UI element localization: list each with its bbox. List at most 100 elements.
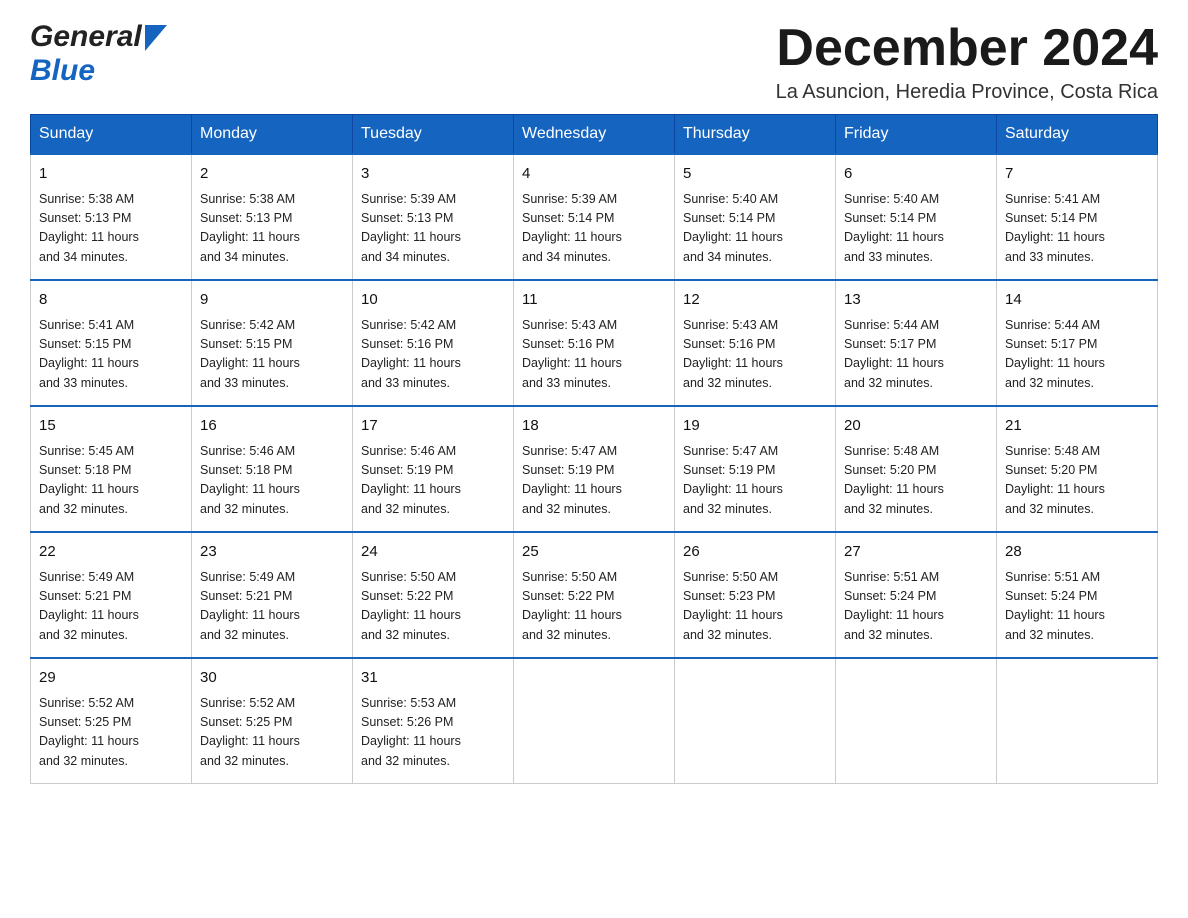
day-number: 22: [39, 541, 183, 564]
calendar-header-row: Sunday Monday Tuesday Wednesday Thursday…: [31, 115, 1158, 155]
day-info: Sunrise: 5:42 AM Sunset: 5:16 PM Dayligh…: [361, 316, 505, 394]
table-row: 25 Sunrise: 5:50 AM Sunset: 5:22 PM Dayl…: [514, 532, 675, 658]
day-number: 6: [844, 163, 988, 186]
table-row: 21 Sunrise: 5:48 AM Sunset: 5:20 PM Dayl…: [997, 406, 1158, 532]
day-number: 11: [522, 289, 666, 312]
table-row: 16 Sunrise: 5:46 AM Sunset: 5:18 PM Dayl…: [192, 406, 353, 532]
day-info: Sunrise: 5:51 AM Sunset: 5:24 PM Dayligh…: [844, 568, 988, 646]
header-tuesday: Tuesday: [353, 115, 514, 155]
day-number: 9: [200, 289, 344, 312]
table-row: 2 Sunrise: 5:38 AM Sunset: 5:13 PM Dayli…: [192, 154, 353, 280]
day-info: Sunrise: 5:38 AM Sunset: 5:13 PM Dayligh…: [200, 190, 344, 268]
day-number: 23: [200, 541, 344, 564]
table-row: 3 Sunrise: 5:39 AM Sunset: 5:13 PM Dayli…: [353, 154, 514, 280]
table-row: 8 Sunrise: 5:41 AM Sunset: 5:15 PM Dayli…: [31, 280, 192, 406]
day-info: Sunrise: 5:53 AM Sunset: 5:26 PM Dayligh…: [361, 694, 505, 772]
day-info: Sunrise: 5:40 AM Sunset: 5:14 PM Dayligh…: [844, 190, 988, 268]
header-sunday: Sunday: [31, 115, 192, 155]
day-number: 12: [683, 289, 827, 312]
table-row: 27 Sunrise: 5:51 AM Sunset: 5:24 PM Dayl…: [836, 532, 997, 658]
day-info: Sunrise: 5:49 AM Sunset: 5:21 PM Dayligh…: [200, 568, 344, 646]
header-saturday: Saturday: [997, 115, 1158, 155]
header-friday: Friday: [836, 115, 997, 155]
day-info: Sunrise: 5:45 AM Sunset: 5:18 PM Dayligh…: [39, 442, 183, 520]
day-number: 4: [522, 163, 666, 186]
day-number: 13: [844, 289, 988, 312]
page-header: General Blue December 2024 La Asuncion, …: [30, 20, 1158, 104]
header-monday: Monday: [192, 115, 353, 155]
day-info: Sunrise: 5:38 AM Sunset: 5:13 PM Dayligh…: [39, 190, 183, 268]
table-row: 31 Sunrise: 5:53 AM Sunset: 5:26 PM Dayl…: [353, 658, 514, 784]
day-info: Sunrise: 5:52 AM Sunset: 5:25 PM Dayligh…: [39, 694, 183, 772]
day-info: Sunrise: 5:50 AM Sunset: 5:22 PM Dayligh…: [361, 568, 505, 646]
title-area: December 2024 La Asuncion, Heredia Provi…: [776, 20, 1158, 104]
day-info: Sunrise: 5:46 AM Sunset: 5:18 PM Dayligh…: [200, 442, 344, 520]
day-info: Sunrise: 5:43 AM Sunset: 5:16 PM Dayligh…: [522, 316, 666, 394]
table-row: 7 Sunrise: 5:41 AM Sunset: 5:14 PM Dayli…: [997, 154, 1158, 280]
day-info: Sunrise: 5:48 AM Sunset: 5:20 PM Dayligh…: [1005, 442, 1149, 520]
day-info: Sunrise: 5:41 AM Sunset: 5:15 PM Dayligh…: [39, 316, 183, 394]
day-number: 8: [39, 289, 183, 312]
table-row: 22 Sunrise: 5:49 AM Sunset: 5:21 PM Dayl…: [31, 532, 192, 658]
logo-arrow-icon: [145, 25, 167, 51]
table-row: 11 Sunrise: 5:43 AM Sunset: 5:16 PM Dayl…: [514, 280, 675, 406]
day-number: 27: [844, 541, 988, 564]
table-row: [675, 658, 836, 784]
day-number: 30: [200, 667, 344, 690]
day-number: 2: [200, 163, 344, 186]
day-info: Sunrise: 5:50 AM Sunset: 5:23 PM Dayligh…: [683, 568, 827, 646]
day-number: 17: [361, 415, 505, 438]
day-number: 10: [361, 289, 505, 312]
day-number: 19: [683, 415, 827, 438]
day-info: Sunrise: 5:52 AM Sunset: 5:25 PM Dayligh…: [200, 694, 344, 772]
table-row: 15 Sunrise: 5:45 AM Sunset: 5:18 PM Dayl…: [31, 406, 192, 532]
calendar-week-row: 8 Sunrise: 5:41 AM Sunset: 5:15 PM Dayli…: [31, 280, 1158, 406]
table-row: 19 Sunrise: 5:47 AM Sunset: 5:19 PM Dayl…: [675, 406, 836, 532]
table-row: 29 Sunrise: 5:52 AM Sunset: 5:25 PM Dayl…: [31, 658, 192, 784]
table-row: 20 Sunrise: 5:48 AM Sunset: 5:20 PM Dayl…: [836, 406, 997, 532]
day-info: Sunrise: 5:43 AM Sunset: 5:16 PM Dayligh…: [683, 316, 827, 394]
table-row: 17 Sunrise: 5:46 AM Sunset: 5:19 PM Dayl…: [353, 406, 514, 532]
table-row: 9 Sunrise: 5:42 AM Sunset: 5:15 PM Dayli…: [192, 280, 353, 406]
day-number: 25: [522, 541, 666, 564]
logo-blue-text: Blue: [30, 54, 95, 88]
table-row: 23 Sunrise: 5:49 AM Sunset: 5:21 PM Dayl…: [192, 532, 353, 658]
table-row: [997, 658, 1158, 784]
header-wednesday: Wednesday: [514, 115, 675, 155]
calendar-week-row: 1 Sunrise: 5:38 AM Sunset: 5:13 PM Dayli…: [31, 154, 1158, 280]
table-row: 18 Sunrise: 5:47 AM Sunset: 5:19 PM Dayl…: [514, 406, 675, 532]
day-info: Sunrise: 5:46 AM Sunset: 5:19 PM Dayligh…: [361, 442, 505, 520]
header-thursday: Thursday: [675, 115, 836, 155]
day-number: 20: [844, 415, 988, 438]
table-row: 4 Sunrise: 5:39 AM Sunset: 5:14 PM Dayli…: [514, 154, 675, 280]
day-number: 31: [361, 667, 505, 690]
table-row: 5 Sunrise: 5:40 AM Sunset: 5:14 PM Dayli…: [675, 154, 836, 280]
table-row: 14 Sunrise: 5:44 AM Sunset: 5:17 PM Dayl…: [997, 280, 1158, 406]
day-number: 5: [683, 163, 827, 186]
day-info: Sunrise: 5:40 AM Sunset: 5:14 PM Dayligh…: [683, 190, 827, 268]
day-info: Sunrise: 5:51 AM Sunset: 5:24 PM Dayligh…: [1005, 568, 1149, 646]
table-row: 28 Sunrise: 5:51 AM Sunset: 5:24 PM Dayl…: [997, 532, 1158, 658]
day-number: 21: [1005, 415, 1149, 438]
logo: General Blue: [30, 20, 167, 88]
day-number: 14: [1005, 289, 1149, 312]
day-number: 15: [39, 415, 183, 438]
table-row: 10 Sunrise: 5:42 AM Sunset: 5:16 PM Dayl…: [353, 280, 514, 406]
day-info: Sunrise: 5:49 AM Sunset: 5:21 PM Dayligh…: [39, 568, 183, 646]
day-info: Sunrise: 5:50 AM Sunset: 5:22 PM Dayligh…: [522, 568, 666, 646]
location-title: La Asuncion, Heredia Province, Costa Ric…: [776, 81, 1158, 104]
table-row: 12 Sunrise: 5:43 AM Sunset: 5:16 PM Dayl…: [675, 280, 836, 406]
calendar-week-row: 15 Sunrise: 5:45 AM Sunset: 5:18 PM Dayl…: [31, 406, 1158, 532]
table-row: 24 Sunrise: 5:50 AM Sunset: 5:22 PM Dayl…: [353, 532, 514, 658]
day-info: Sunrise: 5:48 AM Sunset: 5:20 PM Dayligh…: [844, 442, 988, 520]
day-number: 18: [522, 415, 666, 438]
day-number: 7: [1005, 163, 1149, 186]
table-row: 13 Sunrise: 5:44 AM Sunset: 5:17 PM Dayl…: [836, 280, 997, 406]
day-number: 16: [200, 415, 344, 438]
table-row: 30 Sunrise: 5:52 AM Sunset: 5:25 PM Dayl…: [192, 658, 353, 784]
day-number: 3: [361, 163, 505, 186]
day-info: Sunrise: 5:42 AM Sunset: 5:15 PM Dayligh…: [200, 316, 344, 394]
day-info: Sunrise: 5:47 AM Sunset: 5:19 PM Dayligh…: [683, 442, 827, 520]
day-info: Sunrise: 5:39 AM Sunset: 5:14 PM Dayligh…: [522, 190, 666, 268]
table-row: [836, 658, 997, 784]
